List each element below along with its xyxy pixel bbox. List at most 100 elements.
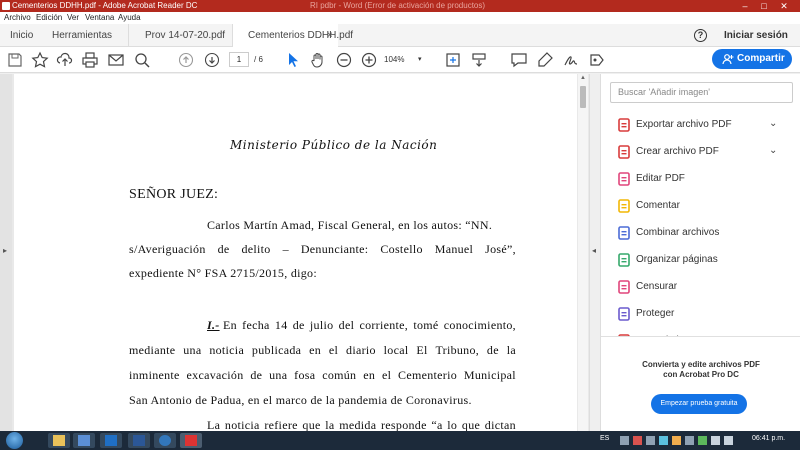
upload-icon[interactable] (56, 51, 74, 69)
select-cursor-icon[interactable] (284, 51, 302, 69)
save-icon[interactable] (6, 51, 24, 69)
comment-icon[interactable] (510, 51, 528, 69)
page-up-icon[interactable] (177, 51, 195, 69)
tab-home[interactable]: Inicio (10, 24, 33, 47)
tray-icon[interactable] (633, 436, 642, 445)
create-pdf-icon (617, 145, 631, 159)
tool-comment[interactable]: Comentar (601, 193, 800, 219)
close-window-button[interactable]: ✕ (777, 0, 791, 12)
zoom-level-field[interactable]: 104% ▾ (384, 52, 428, 67)
hand-icon[interactable] (309, 51, 327, 69)
document-scrollbar[interactable]: ▲ (578, 74, 588, 431)
print-icon[interactable] (81, 51, 99, 69)
word: Costello (380, 242, 423, 256)
start-button-icon[interactable] (6, 432, 23, 449)
document-line: La noticia refiere que la medida responde “a lo q… (207, 418, 516, 431)
word: en (363, 368, 376, 382)
menu-archivo[interactable]: Archivo (4, 12, 31, 24)
add-user-icon (722, 53, 734, 65)
maximize-button[interactable]: □ (757, 0, 771, 12)
zoom-search-icon[interactable] (133, 51, 151, 69)
collapse-right-panel-icon[interactable]: ◂ (592, 246, 596, 255)
word: El (416, 343, 428, 357)
word: común (322, 368, 357, 382)
word: corriente, (359, 318, 409, 332)
help-icon[interactable]: ? (694, 29, 707, 42)
scrollbar-thumb[interactable] (580, 86, 586, 108)
page-number-input[interactable]: 1 (229, 52, 249, 67)
close-tab-icon[interactable]: × (327, 24, 333, 47)
tool-combine-files[interactable]: Combinar archivos (601, 220, 800, 246)
email-icon[interactable] (107, 51, 125, 69)
tool-label: Comentar (636, 200, 680, 211)
zoom-dropdown-icon[interactable]: ▾ (418, 52, 422, 67)
system-clock[interactable]: 06:41 p.m. (752, 435, 785, 442)
menu-edicion[interactable]: Edición (36, 12, 62, 24)
menu-ayuda[interactable]: Ayuda (118, 12, 141, 24)
tool-label: Combinar archivos (636, 227, 720, 238)
zoom-in-icon[interactable] (360, 51, 378, 69)
zoom-out-icon[interactable] (335, 51, 353, 69)
tool-edit-pdf[interactable]: Editar PDF (601, 166, 800, 192)
tool-create-pdf[interactable]: Crear archivo PDF ⌄ (601, 139, 800, 165)
expand-left-panel-icon[interactable]: ▸ (3, 246, 7, 255)
tool-label: Editar PDF (636, 173, 685, 184)
tray-icon[interactable] (672, 436, 681, 445)
tool-organize-pages[interactable]: Organizar páginas (601, 247, 800, 273)
tool-export-pdf[interactable]: Exportar archivo PDF ⌄ (601, 112, 800, 138)
promo-text: Convierta y edite archivos PDF con Acrob… (601, 360, 800, 380)
tray-icon[interactable] (620, 436, 629, 445)
start-trial-button[interactable]: Empezar prueba gratuita (651, 394, 747, 414)
tab-doc-cementerios[interactable]: Cementerios DDHH.pdf × (232, 24, 353, 48)
taskbar: ES 06:41 p.m. (0, 431, 800, 450)
star-icon[interactable] (31, 51, 49, 69)
word: medida (339, 418, 377, 431)
upgrade-promo: Convierta y edite archivos PDF con Acrob… (601, 336, 800, 431)
word: dictan (484, 418, 516, 431)
word: Municipal (463, 368, 516, 382)
fit-page-icon[interactable] (444, 51, 462, 69)
media-icon[interactable] (73, 433, 95, 448)
tab-tools[interactable]: Herramientas (52, 24, 112, 47)
sign-icon[interactable] (562, 51, 580, 69)
volume-icon[interactable] (724, 436, 733, 445)
left-panel-toggle[interactable]: ▸ (0, 74, 12, 431)
tray-icon[interactable] (646, 436, 655, 445)
word-icon[interactable] (128, 433, 150, 448)
fill-sign-icon[interactable] (588, 51, 606, 69)
right-panel-toggle[interactable]: ◂ (589, 74, 600, 431)
word: fecha (242, 318, 270, 332)
tool-redact[interactable]: Censurar (601, 274, 800, 300)
share-button[interactable]: Compartir (712, 49, 792, 69)
menu-ventana[interactable]: Ventana (85, 12, 114, 24)
minimize-button[interactable]: – (738, 0, 752, 12)
word: – (282, 242, 289, 256)
promo-line: con Acrobat Pro DC (663, 370, 739, 379)
network-icon[interactable] (711, 436, 720, 445)
edge-icon[interactable] (154, 433, 176, 448)
tool-label: Censurar (636, 281, 678, 292)
scroll-mode-icon[interactable] (470, 51, 488, 69)
outlook-icon[interactable] (100, 433, 122, 448)
tray-icon[interactable] (698, 436, 707, 445)
menu-ver[interactable]: Ver (67, 12, 79, 24)
language-indicator[interactable]: ES (600, 435, 609, 442)
protect-icon (617, 307, 631, 321)
tray-icon[interactable] (659, 436, 668, 445)
chevron-down-icon[interactable]: ⌄ (769, 145, 777, 156)
explorer-icon[interactable] (48, 433, 70, 448)
page-down-icon[interactable] (203, 51, 221, 69)
tray-icon[interactable] (685, 436, 694, 445)
chevron-down-icon[interactable]: ⌄ (769, 118, 777, 129)
word: julio (309, 318, 334, 332)
document-line: En fecha 14 de julio del corriente, tomé conocim… (223, 318, 516, 333)
word: en (309, 343, 322, 357)
tab-doc-prov[interactable]: Prov 14-07-20.pdf (128, 24, 232, 47)
tab-doc-label: Cementerios DDHH.pdf (248, 30, 354, 41)
tool-protect[interactable]: Proteger (601, 301, 800, 327)
highlight-icon[interactable] (536, 51, 554, 69)
tools-search-input[interactable]: Buscar 'Añadir imagen' (610, 82, 793, 103)
acrobat-icon[interactable] (180, 433, 202, 448)
sign-in-link[interactable]: Iniciar sesión (724, 24, 788, 47)
scroll-up-icon[interactable]: ▲ (580, 75, 586, 81)
